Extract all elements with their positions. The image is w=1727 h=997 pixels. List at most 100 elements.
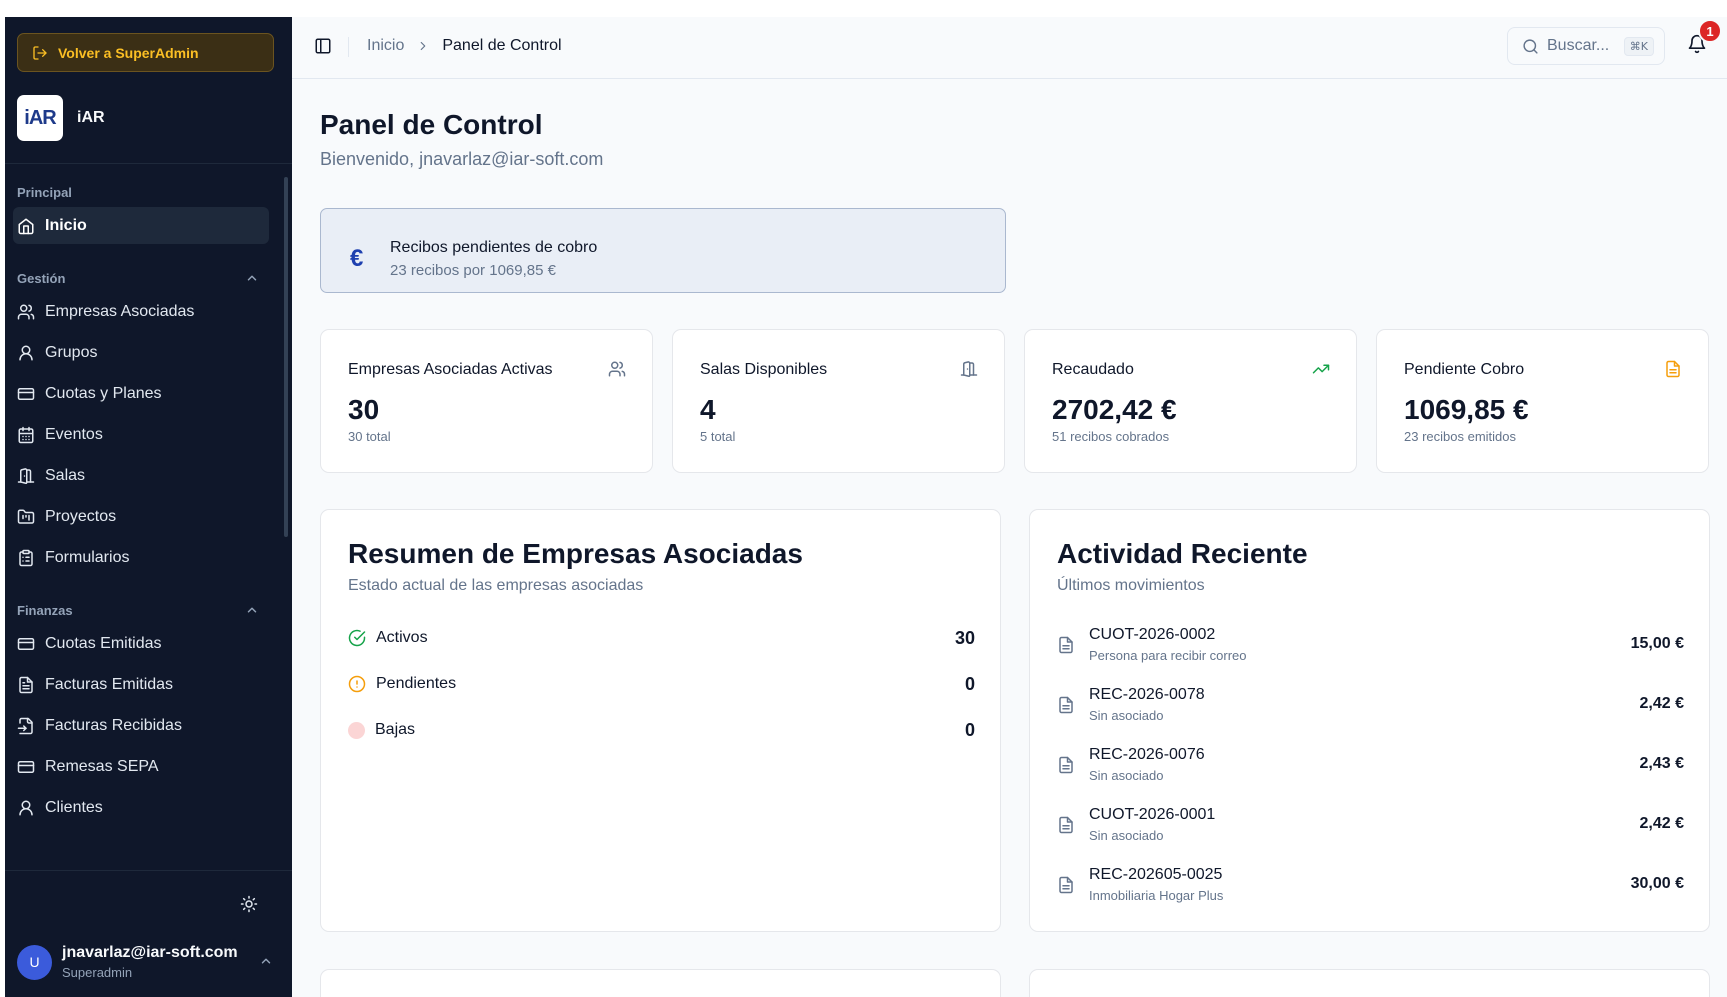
file-text-icon xyxy=(17,676,35,694)
sidebar-scrollbar[interactable] xyxy=(284,177,288,537)
sidebar-toggle-icon[interactable] xyxy=(314,37,332,55)
brand-logo: iAR xyxy=(17,95,63,141)
brand-name: iAR xyxy=(77,109,105,126)
sidebar-item-remesas-sepa[interactable]: Remesas SEPA xyxy=(13,748,269,785)
sidebar-item-cuotas-emitidas[interactable]: Cuotas Emitidas xyxy=(13,625,269,662)
breadcrumb-home-link[interactable]: Inicio xyxy=(367,37,404,55)
file-text-icon xyxy=(1664,360,1682,378)
brand[interactable]: iAR iAR xyxy=(17,95,105,141)
alert-circle-icon xyxy=(348,675,366,693)
page-subtitle: Bienvenido, jnavarlaz@iar-soft.com xyxy=(320,149,604,169)
summary-label: Pendientes xyxy=(376,675,457,692)
sidebar-item-facturas-recibidas[interactable]: Facturas Recibidas xyxy=(13,707,269,744)
sun-icon xyxy=(240,895,258,913)
sidebar-divider xyxy=(5,870,292,871)
dot-icon xyxy=(348,721,365,739)
activity-desc: Sin asociado xyxy=(1089,768,1164,783)
summary-value: 0 xyxy=(964,673,975,694)
search-placeholder: Buscar... xyxy=(1547,37,1610,54)
card-subtitle: Últimos movimientos xyxy=(1057,577,1205,594)
stat-value: 4 xyxy=(700,394,716,425)
file-text-icon xyxy=(1057,636,1075,654)
sidebar-item-label: Facturas Emitidas xyxy=(45,675,174,693)
log-out-icon xyxy=(32,45,48,61)
stat-card-empresas-activas: Empresas Asociadas Activas 30 30 total xyxy=(320,329,653,473)
file-input-icon xyxy=(17,717,35,735)
summary-label: Activos xyxy=(376,629,428,646)
calendar-icon xyxy=(17,426,35,444)
door-icon xyxy=(17,467,35,485)
topbar-divider xyxy=(348,37,349,57)
stat-note: 5 total xyxy=(700,429,736,444)
door-icon xyxy=(960,360,978,378)
activity-row[interactable]: REC-202605-0025 Inmobiliaria Hogar Plus … xyxy=(1057,866,1684,912)
sidebar-item-label: Cuotas y Planes xyxy=(45,384,162,402)
sidebar-item-label: Eventos xyxy=(45,425,103,443)
sidebar-item-formularios[interactable]: Formularios xyxy=(13,539,269,576)
activity-row[interactable]: REC-2026-0076 Sin asociado 2,43 € xyxy=(1057,746,1684,792)
sidebar-item-salas[interactable]: Salas xyxy=(13,457,269,494)
chevron-up-icon[interactable] xyxy=(245,271,259,285)
home-icon xyxy=(17,217,35,235)
users-icon xyxy=(608,360,626,378)
user-role: Superadmin xyxy=(62,965,133,980)
credit-card-icon xyxy=(17,385,35,403)
back-button-label: Volver a SuperAdmin xyxy=(58,44,199,61)
chevron-up-icon xyxy=(259,954,273,968)
stat-card-salas-disponibles: Salas Disponibles 4 5 total xyxy=(672,329,1005,473)
alert-subtitle: 23 recibos por 1069,85 € xyxy=(390,262,556,279)
activity-row[interactable]: CUOT-2026-0001 Sin asociado 2,42 € xyxy=(1057,806,1684,852)
sidebar-item-label: Salas xyxy=(45,466,86,484)
search-icon xyxy=(1522,38,1539,55)
sidebar-item-facturas-emitidas[interactable]: Facturas Emitidas xyxy=(13,666,269,703)
folder-chart-icon xyxy=(17,508,35,526)
activity-code: CUOT-2026-0002 xyxy=(1089,626,1216,643)
notification-badge: 1 xyxy=(1698,19,1722,43)
stat-label: Empresas Asociadas Activas xyxy=(348,361,553,378)
card-partial xyxy=(1029,969,1710,997)
sidebar-item-eventos[interactable]: Eventos xyxy=(13,416,269,453)
stat-note: 23 recibos emitidos xyxy=(1404,429,1516,444)
card-partial xyxy=(320,969,1001,997)
sidebar-item-grupos[interactable]: Grupos xyxy=(13,334,269,371)
back-to-superadmin-button[interactable]: Volver a SuperAdmin xyxy=(17,33,274,72)
sidebar-item-label: Inicio xyxy=(45,216,87,234)
activity-amount: 15,00 € xyxy=(1630,635,1684,652)
file-text-icon xyxy=(1057,756,1075,774)
stat-note: 51 recibos cobrados xyxy=(1052,429,1170,444)
activity-row[interactable]: CUOT-2026-0002 Persona para recibir corr… xyxy=(1057,626,1684,672)
sidebar-item-inicio[interactable]: Inicio xyxy=(13,207,269,244)
summary-label: Bajas xyxy=(375,721,416,738)
stat-label: Pendiente Cobro xyxy=(1404,361,1525,378)
file-text-icon xyxy=(1057,696,1075,714)
sidebar-nav: Principal Inicio Gestión Empresas Asocia… xyxy=(5,180,287,848)
activity-row[interactable]: REC-2026-0078 Sin asociado 2,42 € xyxy=(1057,686,1684,732)
activity-code: REC-2026-0078 xyxy=(1089,686,1205,703)
sidebar-item-empresas-asociadas[interactable]: Empresas Asociadas xyxy=(13,293,269,330)
sidebar-item-clientes[interactable]: Clientes xyxy=(13,789,269,826)
stat-label: Recaudado xyxy=(1052,361,1134,378)
activity-desc: Sin asociado xyxy=(1089,828,1164,843)
alert-title: Recibos pendientes de cobro xyxy=(390,239,598,256)
theme-toggle-button[interactable] xyxy=(238,893,260,915)
nav-group-title[interactable]: Gestión xyxy=(5,266,287,290)
stat-value: 30 xyxy=(348,394,380,425)
summary-row-bajas: Bajas 0 xyxy=(348,715,975,745)
sidebar: Volver a SuperAdmin iAR iAR Principal In… xyxy=(5,17,292,997)
search-input[interactable]: Buscar... ⌘K xyxy=(1507,27,1665,65)
breadcrumb-current: Panel de Control xyxy=(442,37,562,54)
breadcrumb: Inicio Panel de Control xyxy=(367,37,562,55)
activity-desc: Sin asociado xyxy=(1089,708,1164,723)
stat-note: 30 total xyxy=(348,429,391,444)
user-menu[interactable]: U jnavarlaz@iar-soft.com Superadmin xyxy=(17,939,279,985)
sidebar-item-cuotas-y-planes[interactable]: Cuotas y Planes xyxy=(13,375,269,412)
sidebar-item-label: Formularios xyxy=(45,548,130,566)
topbar: Inicio Panel de Control Buscar... ⌘K 1 xyxy=(292,17,1727,79)
credit-card-icon xyxy=(17,635,35,653)
nav-group-title[interactable]: Finanzas xyxy=(5,598,287,622)
card-title: Resumen de Empresas Asociadas xyxy=(348,538,803,569)
sidebar-item-proyectos[interactable]: Proyectos xyxy=(13,498,269,535)
chevron-up-icon[interactable] xyxy=(245,603,259,617)
stat-value: 2702,42 € xyxy=(1052,394,1177,425)
pending-receipts-alert[interactable]: € Recibos pendientes de cobro 23 recibos… xyxy=(320,208,1006,293)
